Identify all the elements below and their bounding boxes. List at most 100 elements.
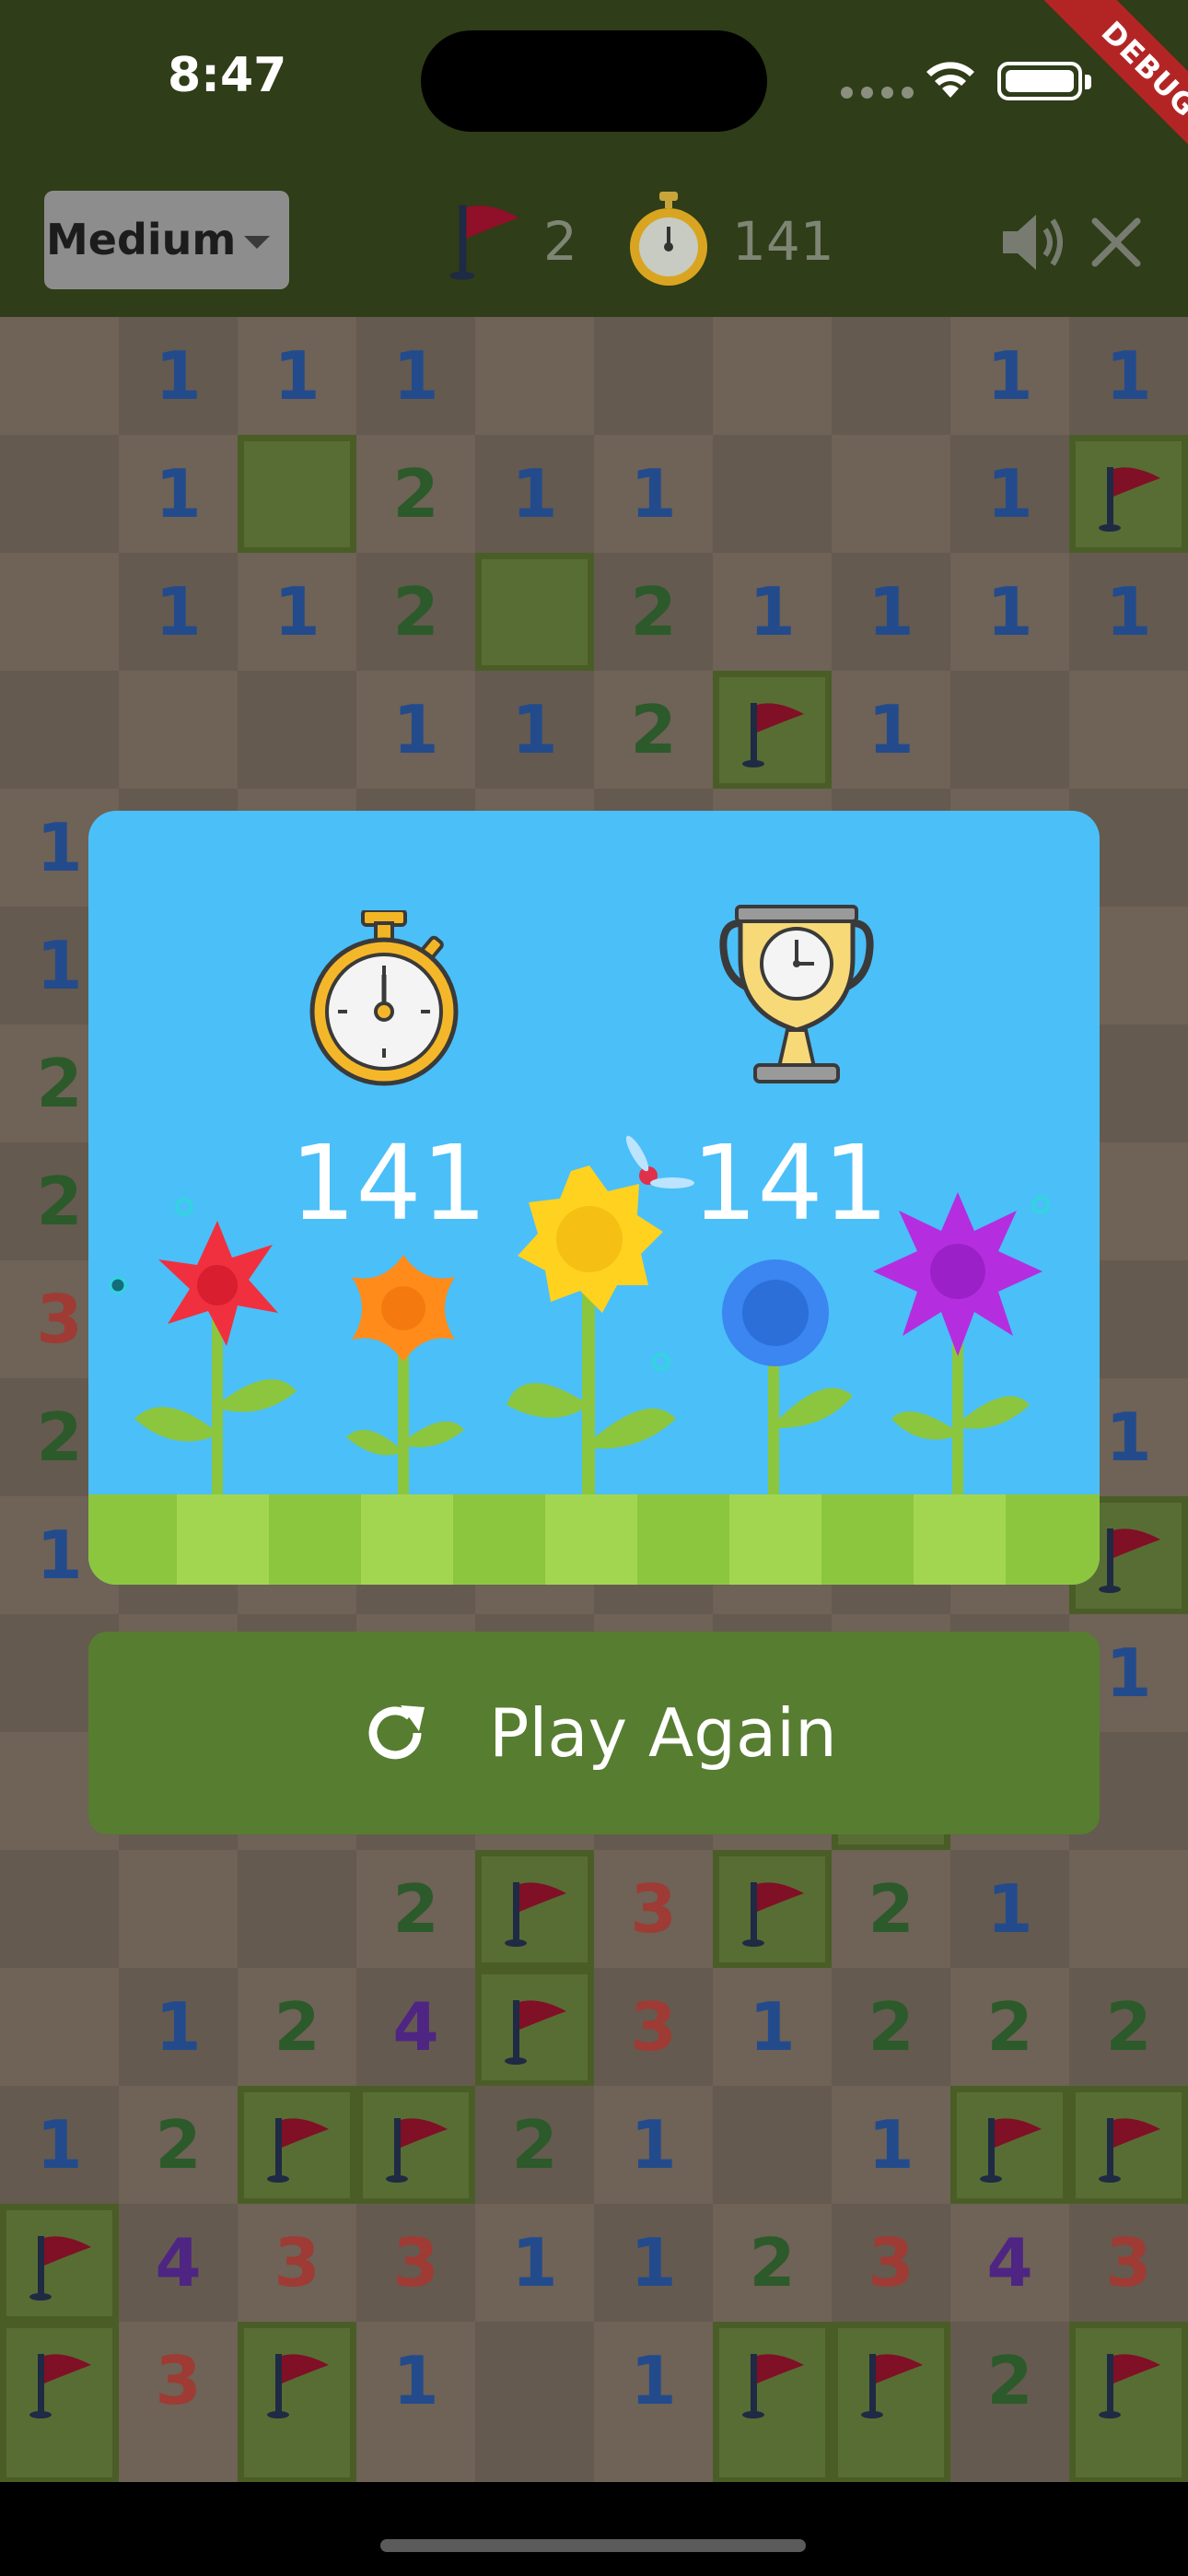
board-cell[interactable]: 1 <box>950 435 1069 554</box>
game-over-dialog: 141 141 <box>88 811 1100 1585</box>
board-cell[interactable] <box>0 2204 119 2323</box>
board-cell[interactable]: 1 <box>594 435 713 554</box>
board-cell[interactable] <box>713 671 832 790</box>
board-cell[interactable]: 3 <box>119 2322 238 2484</box>
board-cell[interactable] <box>1069 435 1188 554</box>
board-cell[interactable]: 2 <box>832 1850 950 1969</box>
board-cell[interactable]: 1 <box>832 553 950 672</box>
board-cell[interactable]: 3 <box>1069 2204 1188 2323</box>
board-cell[interactable] <box>1069 1850 1188 1969</box>
board-cell[interactable]: 2 <box>356 435 475 554</box>
board-cell[interactable]: 1 <box>475 2204 594 2323</box>
board-cell[interactable] <box>475 553 594 672</box>
board-cell[interactable] <box>0 2322 119 2484</box>
signal-dot <box>861 87 873 99</box>
home-indicator[interactable] <box>380 2539 806 2552</box>
board-cell[interactable] <box>1069 2322 1188 2484</box>
board-cell[interactable] <box>713 1850 832 1969</box>
board-cell[interactable] <box>950 2086 1069 2205</box>
board-cell[interactable]: 1 <box>1069 553 1188 672</box>
board-cell[interactable] <box>119 1850 238 1969</box>
board-cell[interactable]: 3 <box>594 1850 713 1969</box>
board-cell[interactable] <box>832 435 950 554</box>
board-cell[interactable] <box>1069 2086 1188 2205</box>
board-cell[interactable] <box>594 317 713 436</box>
board-cell[interactable] <box>238 435 356 554</box>
board-cell[interactable]: 1 <box>238 317 356 436</box>
board-cell[interactable]: 2 <box>594 671 713 790</box>
board-cell[interactable]: 2 <box>950 2322 1069 2484</box>
board-cell[interactable]: 1 <box>1069 317 1188 436</box>
board-cell[interactable] <box>475 2322 594 2484</box>
board-cell[interactable] <box>238 2086 356 2205</box>
board-cell[interactable] <box>832 2322 950 2484</box>
board-cell[interactable] <box>475 1968 594 2087</box>
board-cell[interactable] <box>356 2086 475 2205</box>
volume-icon[interactable] <box>999 207 1069 277</box>
board-cell[interactable] <box>0 671 119 790</box>
board-cell[interactable]: 2 <box>1069 1968 1188 2087</box>
cell-number: 3 <box>630 1870 677 1948</box>
board-cell[interactable]: 2 <box>356 1850 475 1969</box>
board-cell[interactable]: 2 <box>594 553 713 672</box>
board-cell[interactable]: 2 <box>475 2086 594 2205</box>
board-cell[interactable]: 1 <box>950 1850 1069 1969</box>
board-cell[interactable] <box>119 671 238 790</box>
board-cell[interactable]: 1 <box>119 553 238 672</box>
board-cell[interactable]: 2 <box>356 553 475 672</box>
board-cell[interactable]: 1 <box>475 435 594 554</box>
board-cell[interactable]: 1 <box>594 2322 713 2484</box>
board-cell[interactable]: 1 <box>713 553 832 672</box>
board-cell[interactable]: 1 <box>713 1968 832 2087</box>
board-cell[interactable] <box>713 435 832 554</box>
cell-number: 2 <box>749 2224 796 2301</box>
board-cell[interactable]: 1 <box>594 2086 713 2205</box>
board-cell[interactable] <box>1069 671 1188 790</box>
board-cell[interactable] <box>713 2086 832 2205</box>
board-cell[interactable]: 2 <box>713 2204 832 2323</box>
board-cell[interactable]: 1 <box>0 2086 119 2205</box>
flag-icon <box>742 2354 804 2418</box>
board-cell[interactable]: 1 <box>356 317 475 436</box>
board-cell[interactable]: 4 <box>950 2204 1069 2323</box>
board-cell[interactable] <box>0 1850 119 1969</box>
board-cell[interactable]: 2 <box>950 1968 1069 2087</box>
board-cell[interactable]: 1 <box>356 671 475 790</box>
board-cell[interactable] <box>238 1850 356 1969</box>
board-cell[interactable]: 3 <box>238 2204 356 2323</box>
board-cell[interactable] <box>713 2322 832 2484</box>
board-cell[interactable] <box>238 2322 356 2484</box>
board-cell[interactable] <box>0 317 119 436</box>
board-cell[interactable]: 1 <box>594 2204 713 2323</box>
play-again-button[interactable]: Play Again <box>88 1632 1100 1834</box>
board-cell[interactable]: 1 <box>238 553 356 672</box>
board-cell[interactable]: 1 <box>950 553 1069 672</box>
board-cell[interactable]: 1 <box>832 671 950 790</box>
board-cell[interactable]: 1 <box>119 317 238 436</box>
board-cell[interactable]: 2 <box>119 2086 238 2205</box>
cell-number: 1 <box>36 2106 83 2184</box>
board-cell[interactable]: 2 <box>238 1968 356 2087</box>
board-cell[interactable] <box>950 671 1069 790</box>
board-cell[interactable]: 1 <box>475 671 594 790</box>
board-cell[interactable]: 3 <box>832 2204 950 2323</box>
board-cell[interactable] <box>0 1968 119 2087</box>
board-cell[interactable] <box>475 317 594 436</box>
board-cell[interactable] <box>475 1850 594 1969</box>
board-cell[interactable]: 4 <box>119 2204 238 2323</box>
board-cell[interactable]: 1 <box>119 435 238 554</box>
board-cell[interactable]: 1 <box>356 2322 475 2484</box>
board-cell[interactable]: 1 <box>950 317 1069 436</box>
board-cell[interactable]: 1 <box>832 2086 950 2205</box>
board-cell[interactable]: 1 <box>119 1968 238 2087</box>
board-cell[interactable] <box>713 317 832 436</box>
close-icon[interactable] <box>1089 216 1143 269</box>
board-cell[interactable] <box>238 671 356 790</box>
board-cell[interactable]: 3 <box>594 1968 713 2087</box>
board-cell[interactable]: 2 <box>832 1968 950 2087</box>
board-cell[interactable]: 4 <box>356 1968 475 2087</box>
board-cell[interactable]: 3 <box>356 2204 475 2323</box>
board-cell[interactable] <box>0 553 119 672</box>
board-cell[interactable] <box>0 435 119 554</box>
board-cell[interactable] <box>832 317 950 436</box>
